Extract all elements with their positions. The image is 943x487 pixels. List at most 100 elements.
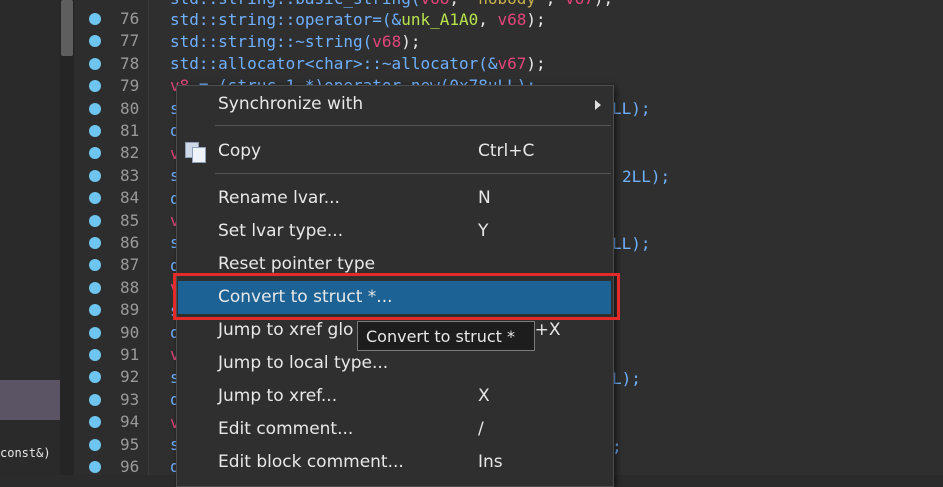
menu-separator bbox=[215, 173, 611, 174]
gutter-row[interactable]: 80 bbox=[74, 98, 148, 120]
gutter-row[interactable]: 76 bbox=[74, 8, 148, 30]
menu-item-label: Jump to local type... bbox=[218, 353, 389, 373]
code-tail-80: LL); bbox=[612, 99, 651, 118]
breakpoint-dot-icon[interactable] bbox=[89, 169, 101, 182]
breakpoint-dot-icon[interactable] bbox=[89, 259, 101, 272]
menu-item-synchronize-with[interactable]: Synchronize with bbox=[178, 88, 611, 121]
gutter-row[interactable]: 85 bbox=[74, 210, 148, 232]
tooltip: Convert to struct * bbox=[357, 321, 535, 351]
menu-item-set-lvar-type[interactable]: Set lvar type... Y bbox=[178, 215, 611, 248]
menu-separator bbox=[215, 125, 611, 126]
gutter-row[interactable]: 88 bbox=[74, 277, 148, 299]
gutter-row[interactable]: 87 bbox=[74, 254, 148, 276]
gutter-row[interactable]: 93 bbox=[74, 389, 148, 411]
code-tail-92: L); bbox=[612, 369, 641, 388]
breakpoint-dot-icon[interactable] bbox=[89, 192, 101, 205]
line-number: 91 bbox=[120, 345, 140, 364]
menu-item-label: Set lvar type... bbox=[218, 221, 344, 241]
breakpoint-dot-icon[interactable] bbox=[89, 461, 101, 473]
line-number: 82 bbox=[120, 143, 140, 163]
breakpoint-dot-icon[interactable] bbox=[89, 281, 101, 294]
menu-item-shortcut: Ctrl+C bbox=[478, 141, 535, 161]
line-number: 76 bbox=[120, 9, 140, 28]
breakpoint-dot-icon[interactable] bbox=[89, 13, 101, 25]
side-panel: const&) bbox=[0, 0, 60, 475]
menu-item-label: Edit block comment... bbox=[218, 452, 404, 472]
line-number: 80 bbox=[120, 98, 140, 118]
gutter-row[interactable]: 84 bbox=[74, 187, 148, 209]
line-number: 77 bbox=[120, 31, 140, 51]
gutter-row[interactable]: 89 bbox=[74, 299, 148, 321]
submenu-arrow-icon bbox=[595, 100, 601, 110]
line-number: 79 bbox=[120, 76, 140, 96]
breakpoint-dot-icon[interactable] bbox=[89, 416, 101, 429]
line-number: 90 bbox=[120, 322, 140, 342]
copy-icon bbox=[185, 142, 207, 163]
gutter-row[interactable]: 91 bbox=[74, 344, 148, 366]
line-gutter: 76 77 78 79 80 81 82 83 84 85 86 87 88 89 90 91 92 93 94 95… bbox=[74, 0, 149, 476]
breakpoint-dot-icon[interactable] bbox=[89, 102, 101, 115]
line-number: 85 bbox=[120, 210, 140, 230]
breakpoint-dot-icon[interactable] bbox=[89, 147, 101, 160]
menu-item-label: Edit comment... bbox=[218, 419, 354, 439]
scrollbar-thumb[interactable] bbox=[61, 0, 73, 56]
breakpoint-dot-icon[interactable] bbox=[89, 371, 101, 384]
menu-item-shortcut: Y bbox=[478, 221, 489, 241]
line-number: 93 bbox=[120, 389, 140, 409]
line-number: 95 bbox=[120, 434, 140, 454]
gutter-row[interactable]: 83 bbox=[74, 165, 148, 187]
breakpoint-dot-icon[interactable] bbox=[89, 214, 101, 227]
code-line-76: std::string::operator=(&unk_A1A0, v68); bbox=[170, 10, 546, 29]
line-number: 84 bbox=[120, 188, 140, 208]
line-number: 88 bbox=[120, 277, 140, 297]
code-line-78: std::allocator<char>::~allocator(&v67); bbox=[170, 54, 546, 73]
gutter-row[interactable]: 77 bbox=[74, 30, 148, 52]
line-number: 89 bbox=[120, 300, 140, 320]
gutter-row[interactable]: 79 bbox=[74, 75, 148, 97]
gutter-row[interactable]: 95 bbox=[74, 434, 148, 456]
breakpoint-dot-icon[interactable] bbox=[89, 438, 101, 451]
menu-item-jump-to-local-type[interactable]: Jump to local type... bbox=[178, 347, 611, 380]
menu-item-copy[interactable]: Copy Ctrl+C bbox=[178, 135, 611, 168]
menu-item-rename-lvar[interactable]: Rename lvar... N bbox=[178, 182, 611, 215]
gutter-row[interactable]: 81 bbox=[74, 120, 148, 142]
menu-item-label: Copy bbox=[218, 141, 262, 161]
line-number: 92 bbox=[120, 367, 140, 387]
gutter-row[interactable]: 78 bbox=[74, 53, 148, 75]
menu-item-shortcut: X bbox=[478, 386, 490, 406]
breakpoint-dot-icon[interactable] bbox=[89, 57, 101, 70]
breakpoint-dot-icon[interactable] bbox=[89, 393, 101, 406]
breakpoint-dot-icon[interactable] bbox=[89, 35, 101, 48]
code-tail-86: LL); bbox=[612, 234, 651, 253]
menu-item-shortcut: / bbox=[478, 419, 484, 439]
code-tail-83: 2LL); bbox=[622, 167, 671, 186]
menu-item-label: Rename lvar... bbox=[218, 188, 340, 208]
line-number: 83 bbox=[120, 165, 140, 185]
breakpoint-dot-icon[interactable] bbox=[89, 237, 101, 249]
gutter-row[interactable]: 86 bbox=[74, 232, 148, 254]
menu-item-jump-to-xref[interactable]: Jump to xref... X bbox=[178, 380, 611, 413]
line-number: 87 bbox=[120, 255, 140, 275]
annotation-highlight-box bbox=[173, 273, 620, 320]
menu-item-label: Jump to xref... bbox=[218, 386, 338, 406]
line-number: 96 bbox=[120, 457, 140, 476]
breakpoint-dot-icon[interactable] bbox=[89, 304, 101, 317]
gutter-row[interactable]: 82 bbox=[74, 142, 148, 164]
gutter-row[interactable]: 92 bbox=[74, 366, 148, 388]
side-panel-text: const&) bbox=[0, 446, 51, 460]
breakpoint-dot-icon[interactable] bbox=[89, 80, 101, 93]
line-number: 94 bbox=[120, 412, 140, 432]
breakpoint-dot-icon[interactable] bbox=[89, 349, 101, 361]
menu-item-edit-comment[interactable]: Edit comment... / bbox=[178, 413, 611, 446]
breakpoint-dot-icon[interactable] bbox=[89, 326, 101, 339]
side-panel-selection[interactable] bbox=[0, 380, 60, 420]
breakpoint-dot-icon[interactable] bbox=[89, 125, 101, 137]
menu-item-label: Synchronize with bbox=[218, 94, 364, 114]
menu-item-label: Reset pointer type bbox=[218, 254, 376, 274]
vertical-scrollbar[interactable] bbox=[60, 0, 74, 475]
gutter-row[interactable]: 94 bbox=[74, 411, 148, 433]
tooltip-text: Convert to struct * bbox=[366, 327, 515, 346]
menu-item-edit-block-comment[interactable]: Edit block comment... Ins bbox=[178, 446, 611, 479]
gutter-row[interactable]: 90 bbox=[74, 322, 148, 344]
line-number: 81 bbox=[120, 121, 140, 140]
